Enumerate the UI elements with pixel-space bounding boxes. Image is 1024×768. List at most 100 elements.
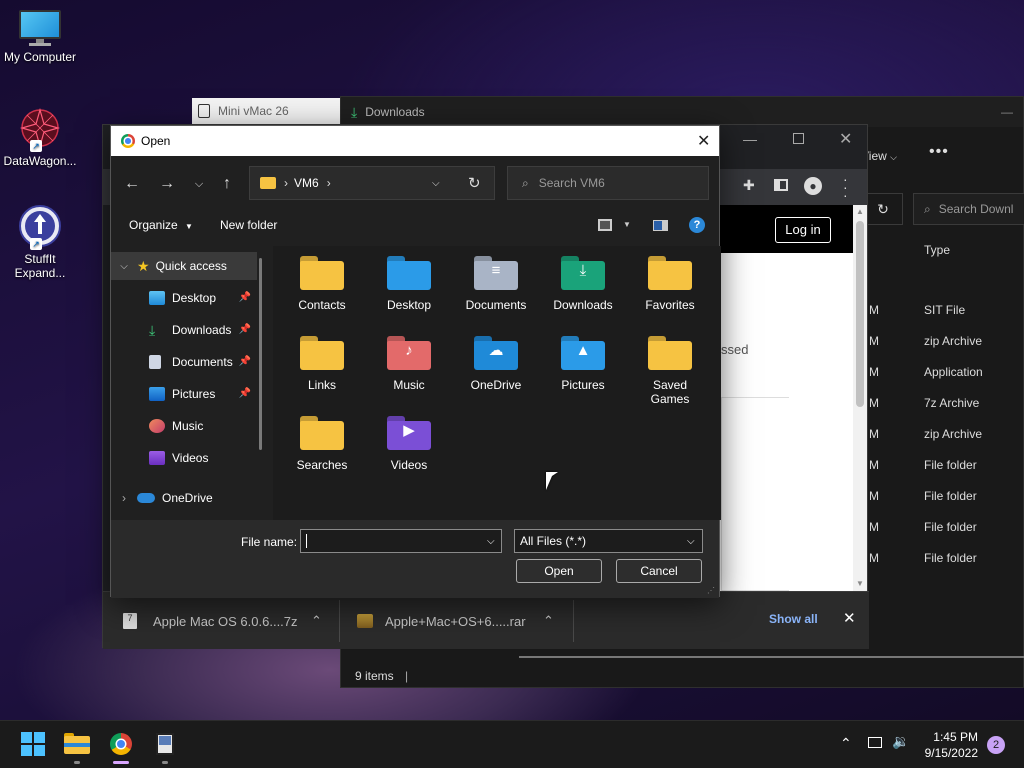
explorer-search-box[interactable]: ⌕ Search Downl (913, 193, 1024, 225)
clock[interactable]: 1:45 PM 9/15/2022 (918, 729, 978, 761)
folder-item[interactable]: ≡ Documents (455, 256, 537, 312)
nav-item-documents[interactable]: Documents 📌 (111, 348, 257, 376)
explorer-refresh-button[interactable]: ↻ (863, 193, 903, 225)
close-shelf-icon[interactable]: ✕ (843, 609, 856, 627)
nav-item-music[interactable]: Music (111, 412, 257, 440)
folder-item[interactable]: ▶ Videos (368, 416, 450, 472)
nav-pane-scrollbar[interactable] (259, 258, 262, 450)
download-item[interactable]: Apple+Mac+OS+6.....rar ⌃ (357, 592, 563, 650)
chrome-maximize-button[interactable] (793, 133, 804, 144)
folder-item[interactable]: Links (281, 336, 363, 392)
folder-item[interactable]: Saved Games (629, 336, 711, 406)
open-button[interactable]: Open (516, 559, 602, 583)
scroll-down-arrow-icon[interactable]: ▼ (856, 579, 864, 588)
view-options-icon[interactable] (598, 219, 612, 231)
documents-icon (149, 355, 161, 369)
search-box[interactable]: ⌕ Search VM6 (507, 166, 709, 200)
scrollbar-thumb[interactable] (856, 221, 864, 407)
explorer-file-row[interactable]: M SIT File (869, 303, 1024, 319)
taskbar-indicator (162, 761, 168, 764)
extensions-icon[interactable]: ✚ (743, 177, 755, 194)
show-all-link[interactable]: Show all (769, 612, 818, 626)
search-icon: ⌕ (924, 201, 931, 216)
folder-item[interactable]: ☁ OneDrive (455, 336, 537, 392)
desktop-icon-datawagon[interactable]: ↗ DataWagon... (0, 106, 80, 168)
nav-item-videos[interactable]: Videos (111, 444, 257, 472)
explorer-file-row[interactable]: M File folder (869, 520, 1024, 536)
explorer-file-row[interactable]: Mzip Archive (869, 334, 1024, 350)
nav-item-onedrive[interactable]: › OneDrive (111, 484, 257, 512)
view-dropdown-arrow-icon[interactable]: ▼ (623, 220, 631, 229)
folder-item[interactable]: Searches (281, 416, 363, 472)
volume-icon[interactable]: 🔉 (892, 733, 909, 750)
scroll-up-arrow-icon[interactable]: ▲ (856, 207, 864, 216)
desktop-icon-my-computer[interactable]: My Computer (0, 10, 80, 64)
explorer-file-row[interactable]: M File folder (869, 489, 1024, 505)
start-windows-icon[interactable] (20, 731, 46, 757)
folder-item[interactable]: ▲ Pictures (542, 336, 624, 392)
back-arrow-icon[interactable]: ← (120, 172, 144, 196)
dialog-toolbar: Organize ▼ New folder ▼ ? (111, 210, 719, 240)
explorer-file-row[interactable]: Mzip Archive (869, 427, 1024, 443)
searches-folder-icon (300, 416, 344, 450)
nav-item-downloads[interactable]: ⤓ Downloads 📌 (111, 316, 257, 344)
nav-quick-access[interactable]: ⌵ ★ Quick access (111, 252, 257, 280)
nav-item-desktop[interactable]: Desktop 📌 (111, 284, 257, 312)
onedrive-folder-icon: ☁ (474, 336, 518, 370)
column-header-type[interactable]: Type (924, 243, 950, 257)
file-name-input[interactable]: ⌵ (300, 529, 502, 553)
nav-item-pictures[interactable]: Pictures 📌 (111, 380, 257, 408)
refresh-icon[interactable]: ↻ (468, 174, 481, 192)
notification-badge[interactable]: 2 (987, 736, 1005, 754)
new-folder-button[interactable]: New folder (220, 218, 277, 232)
recent-locations-chevron-icon[interactable]: ⌵ (187, 172, 211, 196)
explorer-file-row[interactable]: M File folder (869, 458, 1024, 474)
explorer-file-row[interactable]: M File folder (869, 551, 1024, 567)
folder-item[interactable]: Contacts (281, 256, 363, 312)
chrome-close-button[interactable]: ✕ (839, 129, 852, 149)
explorer-status: 9 items | (355, 669, 409, 683)
close-icon[interactable]: ✕ (697, 131, 710, 151)
cancel-button[interactable]: Cancel (616, 559, 702, 583)
page-scrollbar[interactable]: ▲ ▼ (853, 205, 867, 591)
breadcrumb-vm6[interactable]: VM6 (294, 176, 319, 190)
chrome-menu-icon[interactable]: · · · (843, 172, 848, 202)
dialog-titlebar[interactable]: Open ✕ (111, 126, 719, 156)
download-item[interactable]: 7 Apple Mac OS 6.0.6....7z ⌃ (123, 592, 329, 650)
folder-item[interactable]: ⤓ Downloads (542, 256, 624, 312)
folder-item[interactable]: ♪ Music (368, 336, 450, 392)
explorer-file-row[interactable]: M 7z Archive (869, 396, 1024, 412)
chrome-minimize-button[interactable]: — (743, 131, 757, 147)
side-panel-icon[interactable] (774, 179, 788, 191)
file-type-select[interactable]: All Files (*.*) ⌵ (514, 529, 703, 553)
explorer-file-row[interactable]: M Application (869, 365, 1024, 381)
address-dropdown-icon[interactable]: ⌵ (432, 178, 440, 189)
resize-grip-icon[interactable]: ⋰ (707, 586, 715, 595)
folder-label: Music (393, 378, 425, 392)
folder-item[interactable]: Desktop (368, 256, 450, 312)
address-bar[interactable]: › VM6 › ⌵ ↻ (249, 166, 495, 200)
more-options-icon[interactable]: ••• (929, 143, 949, 161)
desktop-icon-stuffit[interactable]: ↗ StuffIt Expand... (0, 204, 80, 280)
chevron-up-icon[interactable]: ⌃ (543, 613, 554, 629)
show-hidden-icons-chevron-icon[interactable]: ⌃ (840, 735, 852, 752)
minivmac-taskbar-icon[interactable] (152, 731, 178, 757)
folder-item[interactable]: Favorites (629, 256, 711, 312)
profile-icon[interactable]: ● (804, 177, 822, 195)
file-explorer-icon[interactable] (64, 731, 90, 757)
chevron-up-icon[interactable]: ⌃ (311, 613, 322, 629)
organize-button[interactable]: Organize ▼ (129, 218, 193, 232)
chevron-down-icon[interactable]: ⌵ (487, 536, 495, 547)
forward-arrow-icon[interactable]: → (155, 172, 179, 196)
nav-label: Downloads (172, 323, 232, 337)
clock-date: 9/15/2022 (924, 746, 978, 760)
minivmac-window-tab[interactable]: Mini vMac 26 (192, 98, 342, 124)
chrome-taskbar-icon[interactable] (108, 731, 134, 757)
up-arrow-icon[interactable]: ↑ (215, 172, 239, 196)
help-icon[interactable]: ? (689, 217, 705, 233)
explorer-titlebar[interactable]: ⤓ Downloads — (341, 97, 1023, 127)
preview-pane-icon[interactable] (653, 220, 668, 231)
network-icon[interactable] (868, 737, 882, 748)
minimize-icon[interactable]: — (1001, 105, 1013, 119)
login-button[interactable]: Log in (775, 217, 831, 243)
